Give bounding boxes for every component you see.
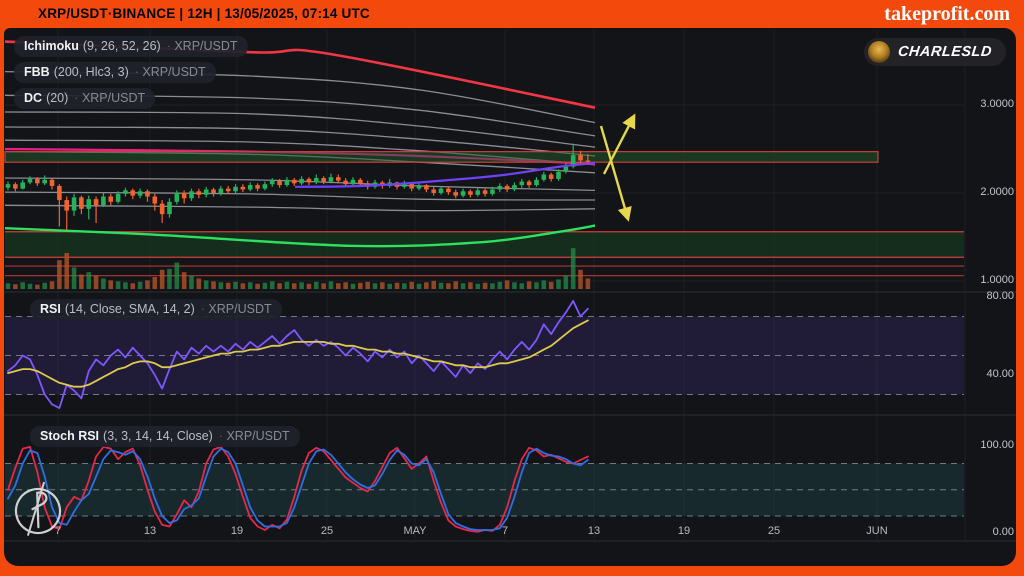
indicator-pill-rsi[interactable]: RSI (14, Close, SMA, 14, 2) XRP/USDT [30,299,282,320]
indicator-pill-stoch-rsi[interactable]: Stoch RSI (3, 3, 14, 14, Close) XRP/USDT [30,426,300,447]
indicator-name: DC [24,91,42,105]
time-axis-label: 25 [768,525,780,537]
time-axis-label: 19 [231,525,243,537]
indicator-params: (200, Hlc3, 3) [54,65,129,79]
indicator-symbol: XRP/USDT [135,65,206,79]
indicator-params: (9, 26, 52, 26) [83,39,161,53]
price-axis-label: 1.0000 [980,274,1014,286]
time-axis-label: MAY [403,525,426,537]
time-axis[interactable]: 7 13 19 25 MAY 7 13 19 25 JUN [0,0,1024,576]
indicator-pill-dc[interactable]: DC (20) XRP/USDT [14,88,155,109]
indicator-params: (20) [46,91,68,105]
time-axis-label: JUN [866,525,887,537]
charlesld-badge: CHARLESLD [864,38,1006,66]
time-axis-label: 7 [502,525,508,537]
time-axis-label: 13 [144,525,156,537]
price-axis-label: 2.0000 [980,186,1014,198]
indicator-name: Ichimoku [24,39,79,53]
indicator-pill-ichimoku[interactable]: Ichimoku (9, 26, 52, 26) XRP/USDT [14,36,248,57]
indicator-symbol: XRP/USDT [201,302,272,316]
indicator-name: RSI [40,302,61,316]
price-axis-label: 0.00 [993,526,1014,538]
indicator-name: Stoch RSI [40,429,99,443]
indicator-params: (3, 3, 14, 14, Close) [103,429,213,443]
price-axis-label: 40.00 [986,368,1014,380]
indicator-symbol: XRP/USDT [219,429,290,443]
app-window: XRP/USDT·BINANCE | 12H | 13/05/2025, 07:… [0,0,1024,576]
badge-label: CHARLESLD [897,44,993,60]
indicator-symbol: XRP/USDT [167,39,238,53]
indicator-name: FBB [24,65,50,79]
time-axis-label: 13 [588,525,600,537]
price-axis-label: 100.00 [980,439,1014,451]
price-axis-label: 80.00 [986,290,1014,302]
indicator-params: (14, Close, SMA, 14, 2) [65,302,195,316]
lion-icon [868,41,890,63]
time-axis-label: 25 [321,525,333,537]
time-axis-label: 7 [55,525,61,537]
time-axis-label: 19 [678,525,690,537]
indicator-pill-fbb[interactable]: FBB (200, Hlc3, 3) XRP/USDT [14,62,216,83]
price-axis-label: 3.0000 [980,98,1014,110]
indicator-symbol: XRP/USDT [74,91,145,105]
